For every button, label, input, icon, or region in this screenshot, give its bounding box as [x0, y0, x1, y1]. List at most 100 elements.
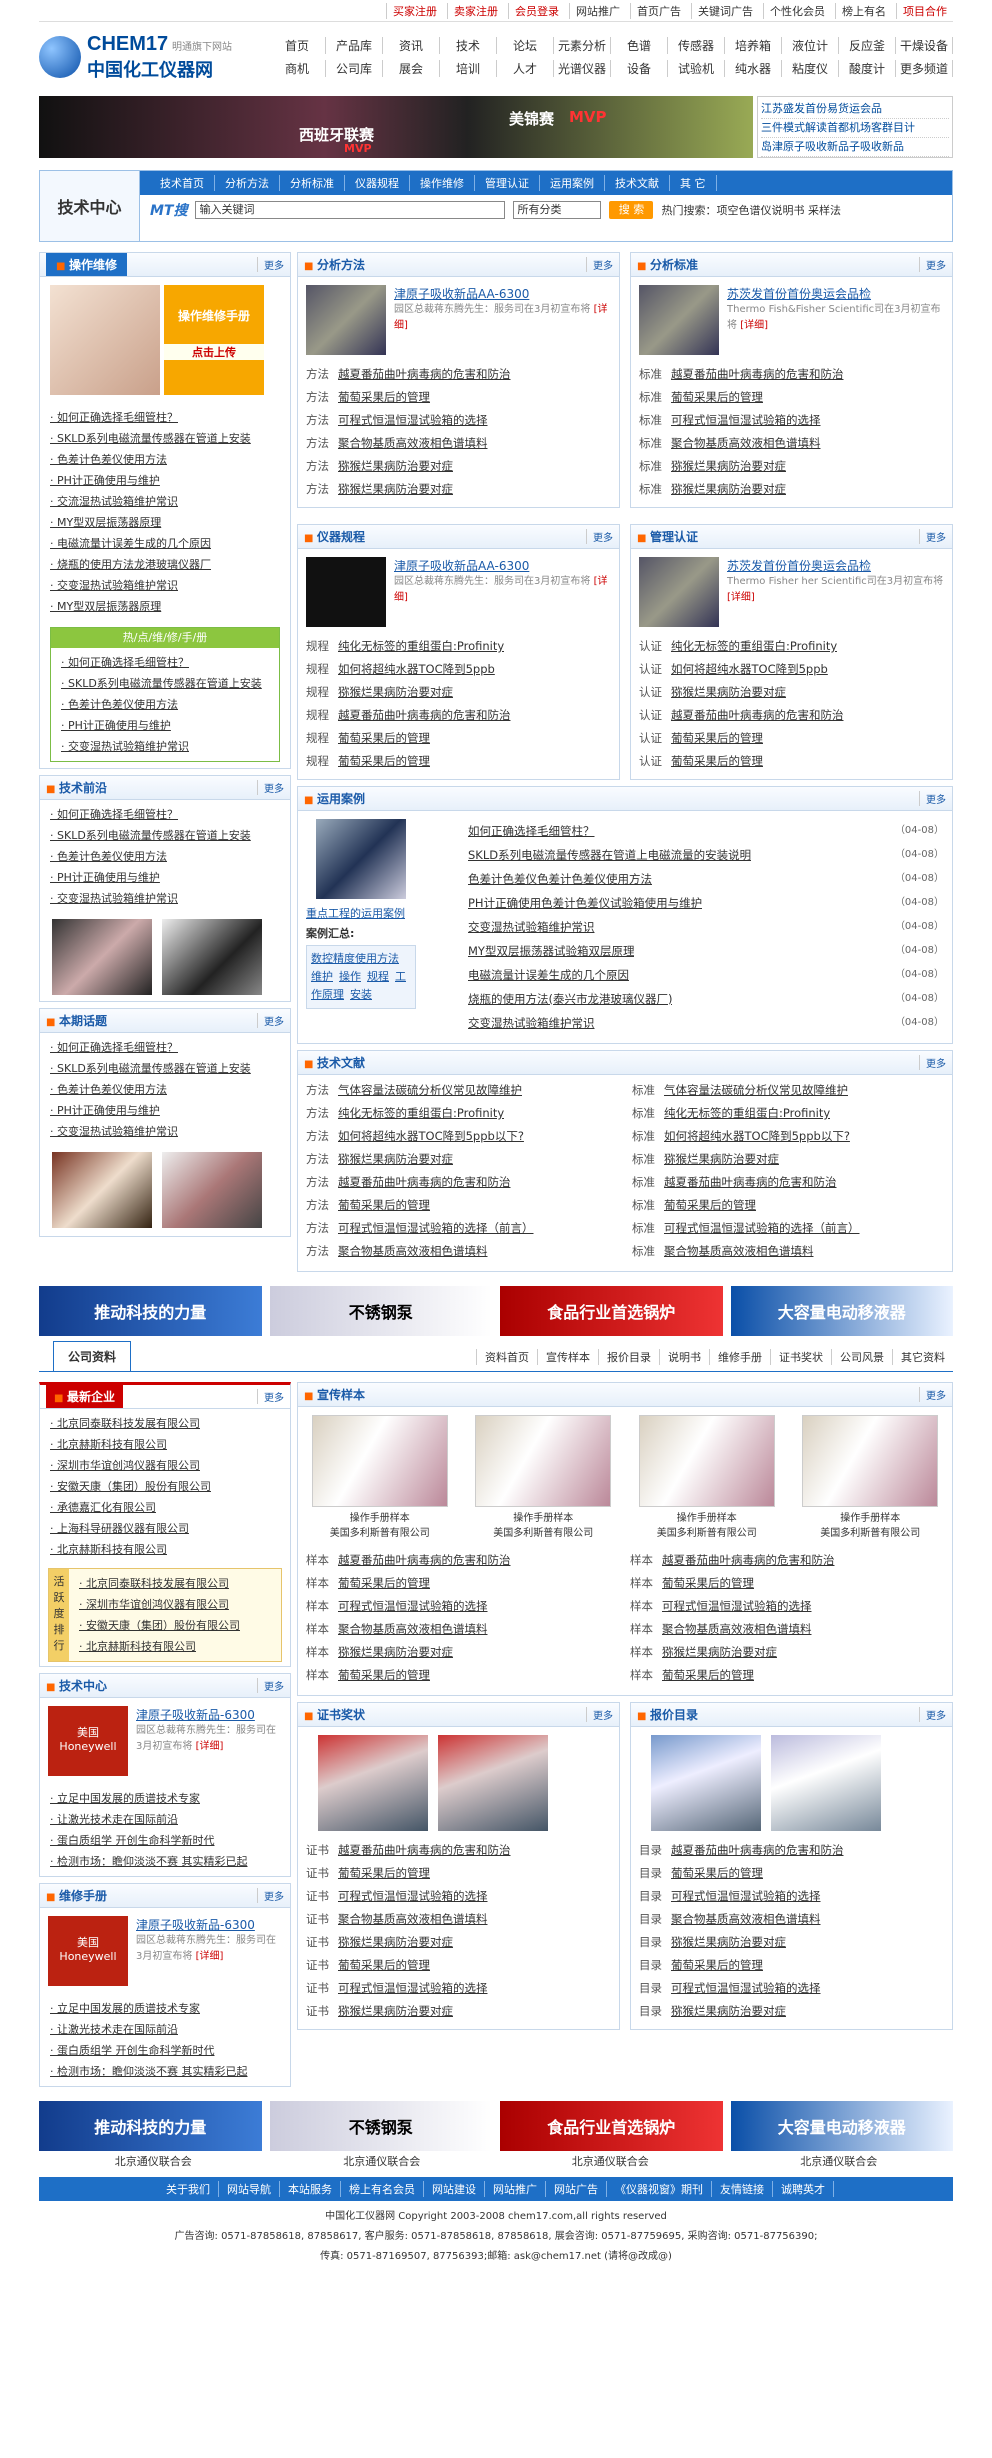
company-link[interactable]: 上海科导研器仪器有限公司	[50, 1518, 280, 1539]
case-item[interactable]: PH计正确使用色差计色差仪试验箱使用与维护	[468, 891, 702, 915]
list-item[interactable]: PH计正确使用与维护	[50, 1100, 280, 1121]
row-link[interactable]: 葡萄采果后的管理	[338, 1664, 430, 1687]
awards-more-link[interactable]: 更多	[586, 1707, 613, 1722]
row-link[interactable]: 如何将超纯水器TOC降到5ppb以下?	[338, 1125, 524, 1148]
lit-more-link[interactable]: 更多	[919, 1055, 946, 1070]
ad-banner[interactable]: 食品行业首选锅炉	[500, 1286, 723, 1336]
topnav-link[interactable]: 技术	[440, 37, 497, 54]
ad-banner[interactable]: 推动科技的力量	[39, 2101, 262, 2151]
row-link[interactable]: 越夏番茄曲叶病毒病的危害和防治	[671, 704, 844, 727]
row-link[interactable]: 聚合物基质高效液相色谱填料	[664, 1240, 814, 1263]
std-detail-link[interactable]: [详细]	[740, 320, 768, 331]
company-tab[interactable]: 报价目录	[598, 1349, 659, 1365]
tech-nav-link[interactable]: 运用案例	[540, 175, 605, 191]
front-more-link[interactable]: 更多	[257, 780, 284, 795]
topnav-link[interactable]: 产品库	[326, 37, 383, 54]
row-link[interactable]: 越夏番茄曲叶病毒病的危害和防治	[338, 1839, 511, 1862]
topbar-link[interactable]: 卖家注册	[447, 2, 504, 19]
topnav-link[interactable]: 更多频道	[896, 60, 953, 77]
row-link[interactable]: 猕猴烂果病防治要对症	[662, 1641, 777, 1664]
list-item[interactable]: PH计正确使用与维护	[50, 867, 280, 888]
row-link[interactable]: 葡萄采果后的管理	[671, 386, 763, 409]
footer-link[interactable]: 本站服务	[280, 2181, 341, 2197]
topnav-link[interactable]: 资讯	[383, 37, 440, 54]
list-item[interactable]: 蛋白质组学 开创生命科学新时代	[50, 2040, 280, 2061]
list-item[interactable]: SKLD系列电磁流量传感器在管道上安装	[50, 825, 280, 846]
topnav-link[interactable]: 培养箱	[725, 37, 782, 54]
case-caption[interactable]: 重点工程的运用案例	[306, 905, 456, 921]
tech-nav-link[interactable]: 仪器规程	[345, 175, 410, 191]
row-link[interactable]: 纯化无标签的重组蛋白:Profinity	[671, 635, 837, 658]
row-link[interactable]: 聚合物基质高效液相色谱填料	[338, 432, 488, 455]
company-tab[interactable]: 证书奖状	[770, 1349, 831, 1365]
list-item[interactable]: SKLD系列电磁流量传感器在管道上安装	[50, 1058, 280, 1079]
row-link[interactable]: 葡萄采果后的管理	[338, 1572, 430, 1595]
row-link[interactable]: 猕猴烂果病防治要对症	[671, 2000, 786, 2023]
company-link[interactable]: 安徽天康（集团）股份有限公司	[79, 1615, 271, 1636]
company-tab-current[interactable]: 公司资料	[53, 1341, 132, 1371]
maint-promo[interactable]: 操作维修手册 点击上传	[164, 285, 264, 395]
row-link[interactable]: 纯化无标签的重组蛋白:Profinity	[338, 635, 504, 658]
footer-link[interactable]: 网站推广	[485, 2181, 546, 2197]
case-item[interactable]: SKLD系列电磁流量传感器在管道上电磁流量的安装说明	[468, 843, 751, 867]
row-link[interactable]: 纯化无标签的重组蛋白:Profinity	[664, 1102, 830, 1125]
cert-feature-title[interactable]: 苏茨发首份首份奥运会品检	[727, 557, 944, 574]
topbar-link[interactable]: 买家注册	[386, 2, 443, 19]
tech-nav-link[interactable]: 分析方法	[215, 175, 280, 191]
footer-link[interactable]: 网站导航	[219, 2181, 280, 2197]
row-link[interactable]: 聚合物基质高效液相色谱填料	[338, 1240, 488, 1263]
ad-banner[interactable]: 推动科技的力量	[39, 1286, 262, 1336]
row-link[interactable]: 葡萄采果后的管理	[338, 1954, 430, 1977]
tech-nav-link[interactable]: 操作维修	[410, 175, 475, 191]
company-link[interactable]: 安徽天康（集团）股份有限公司	[50, 1476, 280, 1497]
row-link[interactable]: 葡萄采果后的管理	[671, 727, 763, 750]
company-link[interactable]: 承德嘉汇化有限公司	[50, 1497, 280, 1518]
row-link[interactable]: 越夏番茄曲叶病毒病的危害和防治	[662, 1549, 835, 1572]
ad-label[interactable]: 北京通仪联合会	[496, 2153, 725, 2169]
reg-more-link[interactable]: 更多	[586, 529, 613, 544]
list-item[interactable]: 让激光技术走在国际前沿	[50, 2019, 280, 2040]
co-tech-more-link[interactable]: 更多	[257, 1678, 284, 1693]
topnav-link[interactable]: 试验机	[668, 60, 725, 77]
case-link[interactable]: 数控精度使用方法	[311, 952, 399, 965]
sample-item[interactable]: 操作手册样本 美国多利斯普有限公司	[311, 1415, 448, 1541]
ad-banner[interactable]: 不锈钢泵	[269, 1286, 492, 1336]
list-item[interactable]: 立足中国发展的质谱技术专家	[50, 1788, 280, 1809]
row-link[interactable]: 越夏番茄曲叶病毒病的危害和防治	[338, 704, 511, 727]
case-more-link[interactable]: 更多	[919, 791, 946, 806]
row-link[interactable]: 聚合物基质高效液相色谱填料	[671, 1908, 821, 1931]
tech-nav-link[interactable]: 技术首页	[150, 175, 215, 191]
row-link[interactable]: 葡萄采果后的管理	[662, 1664, 754, 1687]
ad-label[interactable]: 北京通仪联合会	[725, 2153, 954, 2169]
list-item[interactable]: SKLD系列电磁流量传感器在管道上安装	[50, 428, 280, 449]
sample-name[interactable]: 操作手册样本	[475, 1511, 611, 1526]
search-input[interactable]: 输入关键词	[195, 201, 506, 219]
row-link[interactable]: 葡萄采果后的管理	[338, 750, 430, 773]
case-link[interactable]: 安装	[350, 988, 372, 1001]
list-item[interactable]: 烧瓶的使用方法龙港玻璃仪器厂	[50, 554, 280, 575]
topnav-link[interactable]: 培训	[440, 60, 497, 77]
topbar-link[interactable]: 个性化会员	[763, 2, 831, 19]
row-link[interactable]: 聚合物基质高效液相色谱填料	[338, 1908, 488, 1931]
case-link[interactable]: 规程	[367, 970, 389, 983]
topbar-link[interactable]: 网站推广	[569, 2, 626, 19]
tech-nav-link[interactable]: 其 它	[670, 175, 717, 191]
ad-banner[interactable]: 食品行业首选锅炉	[500, 2101, 723, 2151]
row-link[interactable]: 越夏番茄曲叶病毒病的危害和防治	[338, 1549, 511, 1572]
footer-link[interactable]: 网站广告	[546, 2181, 607, 2197]
list-item[interactable]: 检测市场：瞻仰淡淡不赛 其实精彩已起	[50, 2061, 280, 2082]
sample-name[interactable]: 操作手册样本	[639, 1511, 775, 1526]
ad-label[interactable]: 北京通仪联合会	[268, 2153, 497, 2169]
topbar-link[interactable]: 项目合作	[896, 2, 953, 19]
row-link[interactable]: 可程式恒温恒湿试验箱的选择	[338, 1977, 488, 2000]
row-link[interactable]: 可程式恒温恒湿试验箱的选择	[671, 1977, 821, 2000]
case-item[interactable]: 交变湿热试验箱维护常识	[468, 915, 595, 939]
company-link[interactable]: 北京同泰联科技发展有限公司	[50, 1413, 280, 1434]
topnav-link[interactable]: 反应釜	[839, 37, 896, 54]
topnav-link[interactable]: 粘度仪	[782, 60, 839, 77]
topnav-link[interactable]: 干燥设备	[896, 37, 953, 54]
row-link[interactable]: 葡萄采果后的管理	[671, 1954, 763, 1977]
banner-image[interactable]: 西班牙联赛 MVP 美锦赛 MVP	[39, 96, 753, 158]
list-item[interactable]: 电磁流量计误差生成的几个原因	[50, 533, 280, 554]
row-link[interactable]: 猕猴烂果病防治要对症	[338, 1931, 453, 1954]
